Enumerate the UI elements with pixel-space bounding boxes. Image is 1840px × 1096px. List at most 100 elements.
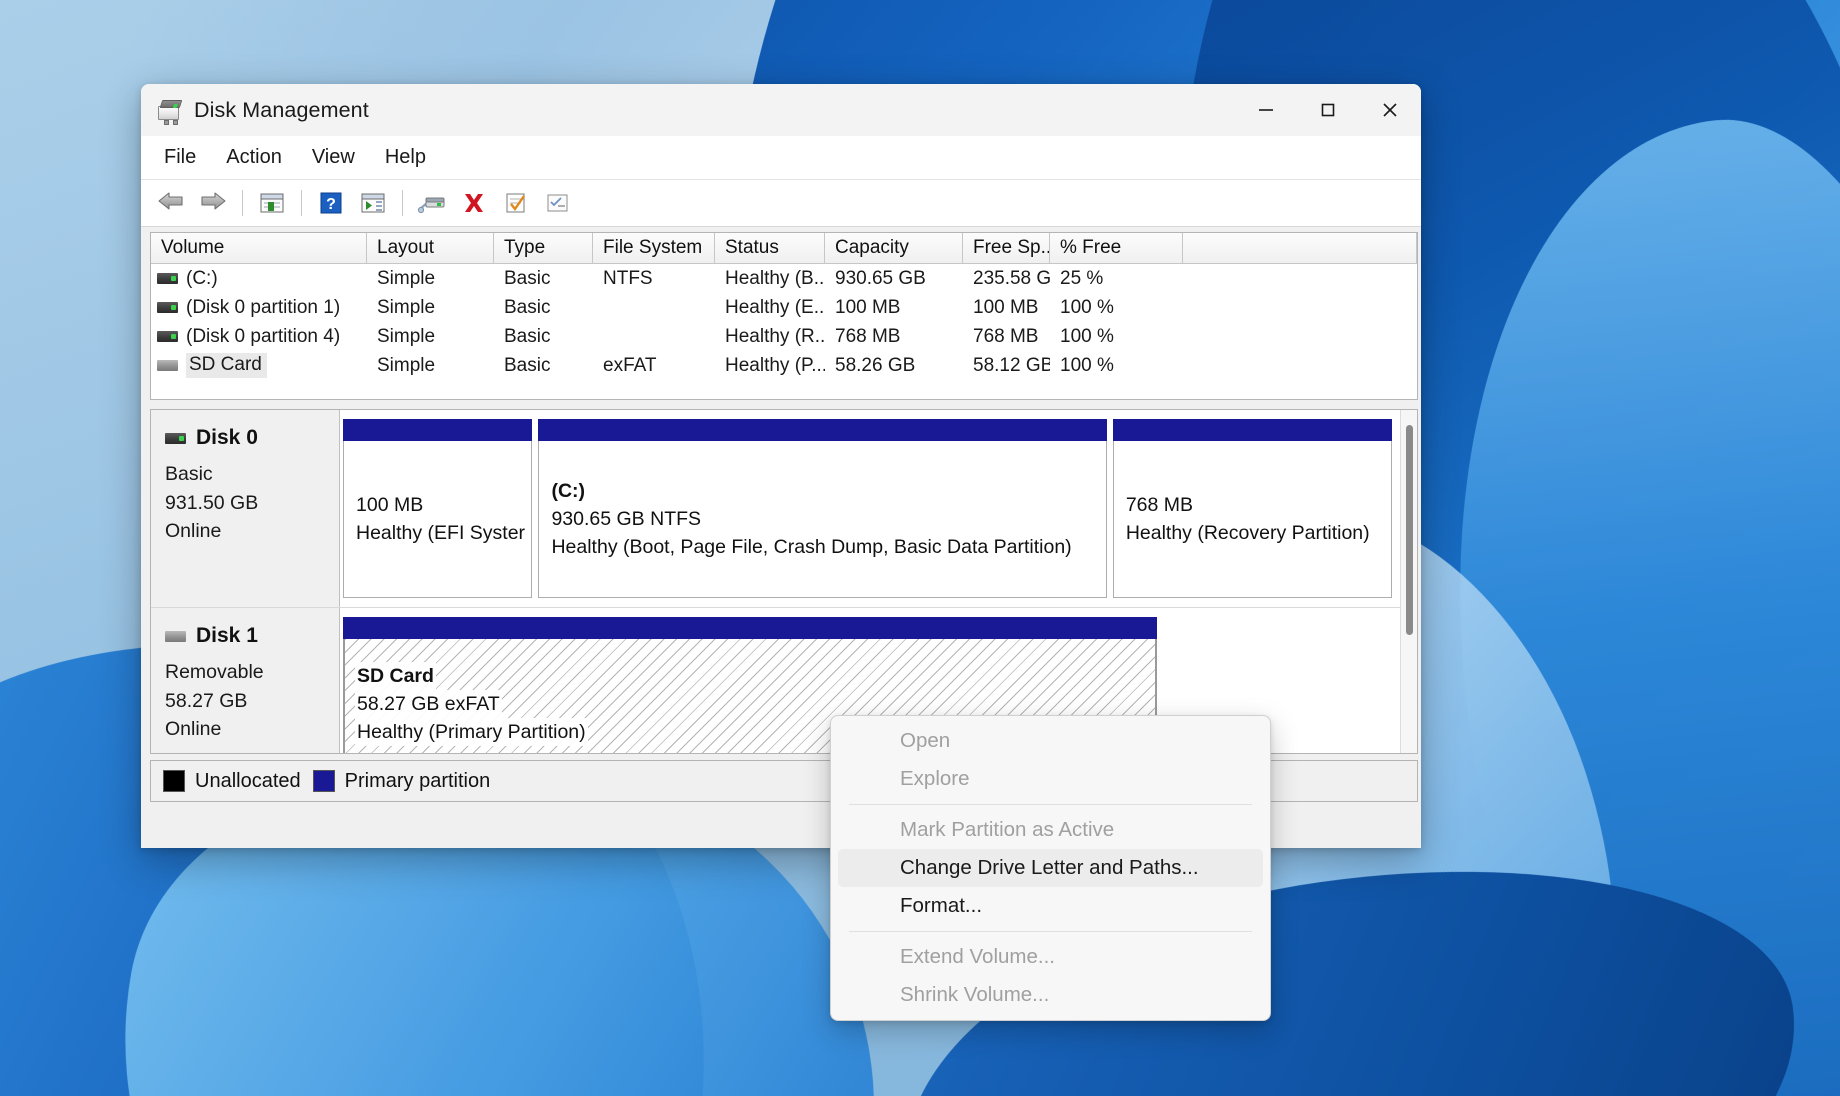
toolbar-separator [242,190,243,216]
volume-list-pane: Volume Layout Type File System Status Ca… [150,232,1418,400]
partition-c[interactable]: (C:) 930.65 GB NTFS Healthy (Boot, Page … [538,419,1107,598]
drive-icon [157,302,178,313]
partition-recovery[interactable]: 768 MB Healthy (Recovery Partition) [1112,419,1392,598]
legend-label: Unallocated [195,769,301,792]
partition-efi[interactable]: 100 MB Healthy (EFI Syster [343,419,533,598]
volume-label: (Disk 0 partition 4) [186,325,341,347]
forward-icon[interactable] [193,184,233,222]
cell-file-system: NTFS [603,267,653,289]
table-row[interactable]: (Disk 0 partition 4) Simple Basic Health… [151,322,1417,351]
cell-file-system: exFAT [603,354,657,376]
vertical-scrollbar[interactable] [1400,410,1417,753]
partition-status: Healthy (Recovery Partition) [1125,522,1370,544]
context-menu-item-shrink-volume[interactable]: Shrink Volume... [838,976,1263,1014]
svg-text:?: ? [326,196,336,213]
context-menu-item-format[interactable]: Format... [838,887,1263,925]
help-icon[interactable]: ? [311,184,351,222]
drive-icon [157,273,178,284]
toolbar-separator [402,190,403,216]
context-menu-item-explore[interactable]: Explore [838,760,1263,798]
context-menu: Open Explore Mark Partition as Active Ch… [830,715,1271,1021]
cell-percent-free: 100 % [1060,296,1114,318]
cell-volume: (Disk 0 partition 4) [151,326,367,348]
partition-label: (C:) [551,479,586,502]
table-row[interactable]: (C:) Simple Basic NTFS Healthy (B... 930… [151,264,1417,293]
disk-state: Online [165,520,222,543]
table-row[interactable]: SD Card Simple Basic exFAT Healthy (P...… [151,351,1417,380]
disk-title-0: Disk 0 [165,426,339,450]
column-header-layout[interactable]: Layout [367,233,494,264]
cell-percent-free: 100 % [1060,325,1114,347]
context-menu-item-extend-volume[interactable]: Extend Volume... [838,938,1263,976]
cell-free-space: 58.12 GB [973,354,1050,376]
table-row[interactable]: (Disk 0 partition 1) Simple Basic Health… [151,293,1417,322]
menu-view[interactable]: View [297,141,370,174]
cell-capacity: 930.65 GB [835,267,926,289]
disk-info-1[interactable]: Disk 1 Removable 58.27 GB Online [151,608,340,753]
cell-status: Healthy (P... [725,354,825,376]
back-icon[interactable] [151,184,191,222]
disk-row-0: Disk 0 Basic 931.50 GB Online 100 MB Hea… [151,410,1400,608]
cell-volume: SD Card [151,353,367,378]
column-header-capacity[interactable]: Capacity [825,233,963,264]
column-header-type[interactable]: Type [494,233,593,264]
disk-partitions-0: 100 MB Healthy (EFI Syster (C:) 930.65 G… [340,410,1400,607]
delete-icon[interactable] [454,184,494,222]
volume-label: SD Card [186,353,267,378]
column-header-volume[interactable]: Volume [151,233,367,264]
menu-help[interactable]: Help [370,141,441,174]
refresh-icon[interactable] [538,184,578,222]
legend-item-primary-partition: Primary partition [312,770,490,793]
window-title: Disk Management [194,97,369,122]
partition-status: Healthy (EFI Syster [356,522,526,544]
disk-type: Removable [165,661,264,683]
disk-title-1: Disk 1 [165,624,339,648]
disk-graphical-pane: Disk 0 Basic 931.50 GB Online 100 MB Hea… [150,409,1418,754]
disk-size: 58.27 GB [165,689,248,712]
column-header-percent-free[interactable]: % Free [1050,233,1183,264]
partition-body: 100 MB Healthy (EFI Syster [343,441,533,598]
column-header-free-space[interactable]: Free Sp... [963,233,1050,264]
menu-bar: File Action View Help [141,136,1421,180]
disk-icon [165,432,186,444]
cell-free-space: 235.58 GB [973,267,1050,289]
close-button[interactable] [1359,84,1421,136]
context-menu-item-open[interactable]: Open [838,722,1263,760]
title-bar[interactable]: Disk Management [141,84,1421,136]
volume-list-header: Volume Layout Type File System Status Ca… [151,233,1417,264]
cell-status: Healthy (E... [725,296,825,318]
properties-icon[interactable] [496,184,536,222]
menu-file[interactable]: File [149,141,211,174]
cell-layout: Simple [377,354,436,376]
context-menu-item-change-drive-letter-and-paths[interactable]: Change Drive Letter and Paths... [838,849,1263,887]
removable-drive-icon [157,360,178,371]
toolbar-separator [301,190,302,216]
column-header-file-system[interactable]: File System [593,233,715,264]
minimize-button[interactable] [1235,84,1297,136]
partition-size: 100 MB [356,493,424,516]
rescan-disks-icon[interactable] [412,184,452,222]
show-hide-console-tree-icon[interactable] [252,184,292,222]
cell-type: Basic [504,325,551,347]
cell-layout: Simple [377,296,436,318]
scrollbar-thumb[interactable] [1406,425,1413,635]
disk-type: Basic [165,463,213,485]
menu-action[interactable]: Action [211,141,297,174]
legend-item-unallocated: Unallocated [163,770,301,793]
legend-swatch-unallocated [163,770,185,792]
disk-size: 931.50 GB [165,491,259,514]
partition-color-bar [538,419,1107,441]
column-header-status[interactable]: Status [715,233,825,264]
context-menu-item-mark-partition-as-active[interactable]: Mark Partition as Active [838,811,1263,849]
cell-percent-free: 100 % [1060,354,1114,376]
cell-capacity: 768 MB [835,325,901,347]
context-menu-separator [849,931,1252,932]
cell-volume: (C:) [151,268,367,290]
maximize-button[interactable] [1297,84,1359,136]
window-controls [1235,84,1421,136]
partition-status: Healthy (Boot, Page File, Crash Dump, Ba… [551,536,1072,559]
toolbar: ? [141,180,1421,227]
cell-capacity: 100 MB [835,296,901,318]
disk-info-0[interactable]: Disk 0 Basic 931.50 GB Online [151,410,340,607]
show-hide-action-pane-icon[interactable] [353,184,393,222]
